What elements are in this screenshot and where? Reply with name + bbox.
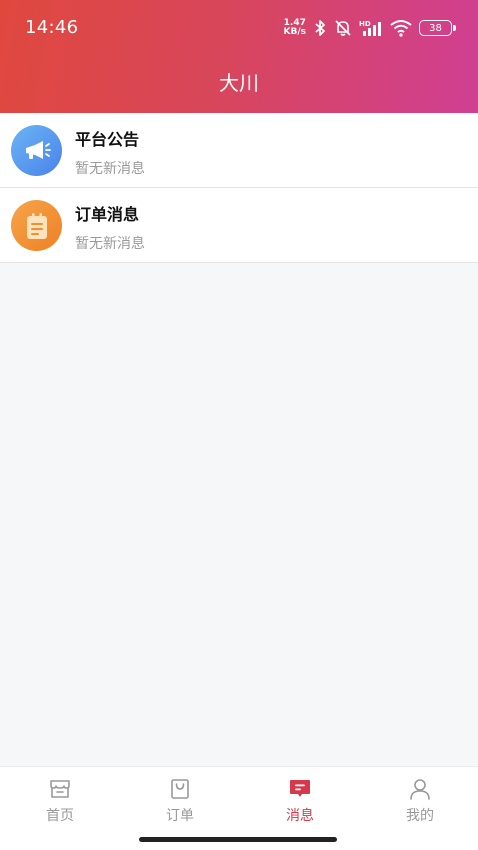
megaphone-icon <box>11 125 62 176</box>
mute-bell-icon <box>335 20 351 36</box>
list-item-platform-announcement[interactable]: 平台公告 暂无新消息 <box>0 113 478 188</box>
tab-label: 首页 <box>46 808 74 824</box>
tab-profile[interactable]: 我的 <box>360 777 478 831</box>
list-item-subtitle: 暂无新消息 <box>75 236 145 252</box>
tab-label: 订单 <box>166 808 194 824</box>
network-speed: 1.47 KB/s <box>284 19 306 37</box>
clipboard-icon <box>11 200 62 251</box>
battery-icon: 38 <box>419 20 456 36</box>
status-bar: 14:46 1.47 KB/s HD 38 <box>0 0 478 56</box>
message-list: 平台公告 暂无新消息 订单消息 暂无新消息 <box>0 113 478 263</box>
tab-label: 消息 <box>286 808 314 824</box>
header: 14:46 1.47 KB/s HD 38 大川 <box>0 0 478 113</box>
store-icon <box>50 780 70 798</box>
network-speed-unit: KB/s <box>283 27 306 37</box>
page-title: 大川 <box>219 71 259 95</box>
list-item-text: 订单消息 暂无新消息 <box>75 201 145 253</box>
bluetooth-icon <box>315 20 325 36</box>
list-item-title: 平台公告 <box>75 130 140 149</box>
tab-label: 我的 <box>406 808 434 824</box>
tab-home[interactable]: 首页 <box>0 777 120 831</box>
svg-text:HD: HD <box>359 20 371 28</box>
status-time: 14:46 <box>25 17 79 38</box>
list-item-subtitle: 暂无新消息 <box>75 161 145 177</box>
cellular-signal-icon: HD <box>359 20 381 36</box>
tab-orders[interactable]: 订单 <box>120 777 240 831</box>
wifi-icon <box>390 20 412 37</box>
bottom-tab-bar: 首页 订单 消息 我的 <box>0 766 478 850</box>
person-icon <box>410 779 430 800</box>
bag-icon <box>171 779 189 799</box>
message-icon <box>290 780 310 797</box>
home-indicator[interactable] <box>139 837 337 842</box>
list-item-title: 订单消息 <box>75 205 140 224</box>
tab-messages[interactable]: 消息 <box>240 777 360 831</box>
status-icons: 1.47 KB/s HD 38 <box>284 16 456 40</box>
battery-level: 38 <box>429 22 442 34</box>
list-item-text: 平台公告 暂无新消息 <box>75 126 145 178</box>
list-item-order-messages[interactable]: 订单消息 暂无新消息 <box>0 188 478 263</box>
